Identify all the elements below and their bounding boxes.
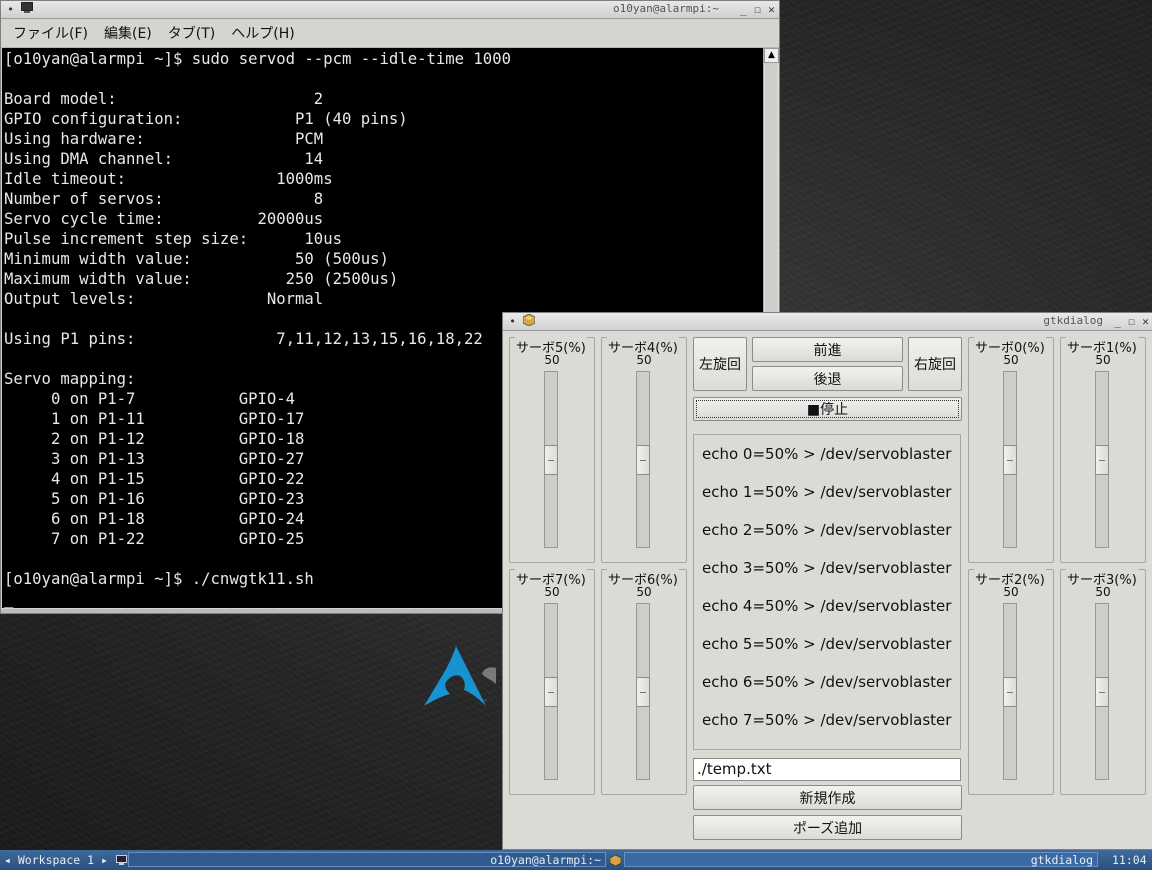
servo-value: 50 [1003, 585, 1019, 599]
command-line: echo 1=50% > /dev/servoblaster [702, 483, 952, 501]
terminal-line: Using hardware: PCM [4, 130, 324, 148]
servo0-frame: サーボ0(%) 50 [968, 337, 1054, 563]
stop-button[interactable]: ■停止 [693, 397, 962, 421]
right-turn-button[interactable]: 右旋回 [908, 337, 962, 391]
terminal-line: Number of servos: 8 [4, 190, 324, 208]
terminal-titlebar[interactable]: • o10yan@alarmpi:~ _ ☐ ✕ [1, 1, 779, 19]
command-line: echo 6=50% > /dev/servoblaster [702, 673, 952, 691]
gtkdialog-window: • gtkdialog _ ☐ ✕ サーボ5(%) 50 サーボ4(%) 50 … [502, 312, 1152, 850]
servo7-frame: サーボ7(%) 50 [509, 569, 595, 795]
servo4-frame: サーボ4(%) 50 [601, 337, 687, 563]
window-menu-icon[interactable]: • [507, 316, 518, 327]
terminal-line: Pulse increment step size: 10us [4, 230, 342, 248]
task-gtk-label: gtkdialog [1030, 852, 1093, 867]
servo-value: 50 [1095, 585, 1111, 599]
slider-thumb[interactable] [1095, 445, 1109, 475]
scroll-up-icon[interactable]: ▲ [764, 48, 779, 63]
servo6-frame: サーボ6(%) 50 [601, 569, 687, 795]
servo3-frame: サーボ3(%) 50 [1060, 569, 1146, 795]
slider-thumb[interactable] [544, 445, 558, 475]
add-pose-button[interactable]: ポーズ追加 [693, 815, 962, 840]
clock-label: 11:04 [1112, 853, 1147, 867]
command-line: echo 3=50% > /dev/servoblaster [702, 559, 952, 577]
servo-value: 50 [544, 585, 560, 599]
slider-thumb[interactable] [1003, 445, 1017, 475]
taskbar: ◂ Workspace 1 ▸ o10yan@alarmpi:~ gtkdial… [0, 850, 1152, 870]
minimize-icon[interactable]: _ [1112, 316, 1123, 327]
slider-thumb[interactable] [1003, 677, 1017, 707]
prev-workspace-icon[interactable]: ◂ [4, 853, 11, 867]
servo1-frame: サーボ1(%) 50 [1060, 337, 1146, 563]
svg-text:™: ™ [482, 699, 488, 706]
command-line: echo 5=50% > /dev/servoblaster [702, 635, 952, 653]
window-title: o10yan@alarmpi:~ [613, 2, 719, 15]
menu-help[interactable]: ヘルプ(H) [223, 23, 302, 43]
terminal-line: Servo cycle time: 20000us [4, 210, 324, 228]
workspace-label: Workspace 1 [17, 853, 95, 867]
slider-thumb[interactable] [636, 445, 650, 475]
terminal-menubar: ファイル(F) 編集(E) タブ(T) ヘルプ(H) [1, 19, 779, 48]
servo3-slider[interactable] [1095, 603, 1109, 780]
servo-value: 50 [1003, 353, 1019, 367]
task-terminal-label: o10yan@alarmpi:~ [490, 852, 601, 867]
menu-file[interactable]: ファイル(F) [5, 23, 96, 43]
clock: 11:04 [1112, 850, 1147, 870]
new-file-button[interactable]: 新規作成 [693, 785, 962, 810]
terminal-line: [o10yan@alarmpi ~]$ sudo servod --pcm --… [4, 50, 511, 68]
command-line: echo 4=50% > /dev/servoblaster [702, 597, 952, 615]
terminal-line: Maximum width value: 250 (2500us) [4, 270, 399, 288]
backward-button[interactable]: 後退 [752, 366, 903, 391]
filename-input[interactable]: ./temp.txt [693, 758, 961, 781]
servo-value: 50 [636, 585, 652, 599]
servo0-slider[interactable] [1003, 371, 1017, 548]
terminal-line: Using DMA channel: 14 [4, 150, 324, 168]
gtk-titlebar[interactable]: • gtkdialog _ ☐ ✕ [503, 313, 1152, 331]
servo-value: 50 [636, 353, 652, 367]
servo2-frame: サーボ2(%) 50 [968, 569, 1054, 795]
servo5-slider[interactable] [544, 371, 558, 548]
maximize-icon[interactable]: ☐ [752, 4, 763, 15]
terminal-line: GPIO configuration: P1 (40 pins) [4, 110, 408, 128]
servo6-slider[interactable] [636, 603, 650, 780]
gtk-app-icon [522, 313, 536, 329]
close-icon[interactable]: ✕ [1140, 316, 1151, 327]
terminal-line: Output levels: Normal [4, 290, 324, 308]
slider-thumb[interactable] [544, 677, 558, 707]
forward-button[interactable]: 前進 [752, 337, 903, 362]
terminal-icon [21, 2, 33, 16]
servo5-frame: サーボ5(%) 50 [509, 337, 595, 563]
task-terminal[interactable]: o10yan@alarmpi:~ [128, 852, 606, 867]
task-gtkdialog[interactable]: gtkdialog [624, 852, 1098, 867]
workspace-switcher[interactable]: ◂ Workspace 1 ▸ [4, 850, 108, 870]
arch-linux-logo: ™ [424, 646, 496, 706]
command-line: echo 0=50% > /dev/servoblaster [702, 445, 952, 463]
gtk-taskbar-icon[interactable] [610, 850, 621, 870]
terminal-line: Board model: 2 [4, 90, 324, 108]
slider-thumb[interactable] [636, 677, 650, 707]
servo7-slider[interactable] [544, 603, 558, 780]
command-line: echo 7=50% > /dev/servoblaster [702, 711, 952, 729]
servo4-slider[interactable] [636, 371, 650, 548]
terminal-taskbar-icon[interactable] [116, 850, 127, 870]
terminal-line: Idle timeout: 1000ms [4, 170, 333, 188]
servo-value: 50 [1095, 353, 1111, 367]
window-menu-icon[interactable]: • [5, 4, 16, 15]
minimize-icon[interactable]: _ [738, 4, 749, 15]
servo2-slider[interactable] [1003, 603, 1017, 780]
menu-tabs[interactable]: タブ(T) [160, 23, 223, 43]
command-line: echo 2=50% > /dev/servoblaster [702, 521, 952, 539]
menu-edit[interactable]: 編集(E) [96, 23, 160, 43]
servo-value: 50 [544, 353, 560, 367]
command-list: echo 0=50% > /dev/servoblaster echo 1=50… [693, 434, 961, 750]
window-title: gtkdialog [1043, 314, 1103, 327]
left-turn-button[interactable]: 左旋回 [693, 337, 747, 391]
terminal-line: Minimum width value: 50 (500us) [4, 250, 389, 268]
slider-thumb[interactable] [1095, 677, 1109, 707]
servo1-slider[interactable] [1095, 371, 1109, 548]
next-workspace-icon[interactable]: ▸ [101, 853, 108, 867]
maximize-icon[interactable]: ☐ [1126, 316, 1137, 327]
close-icon[interactable]: ✕ [766, 4, 777, 15]
